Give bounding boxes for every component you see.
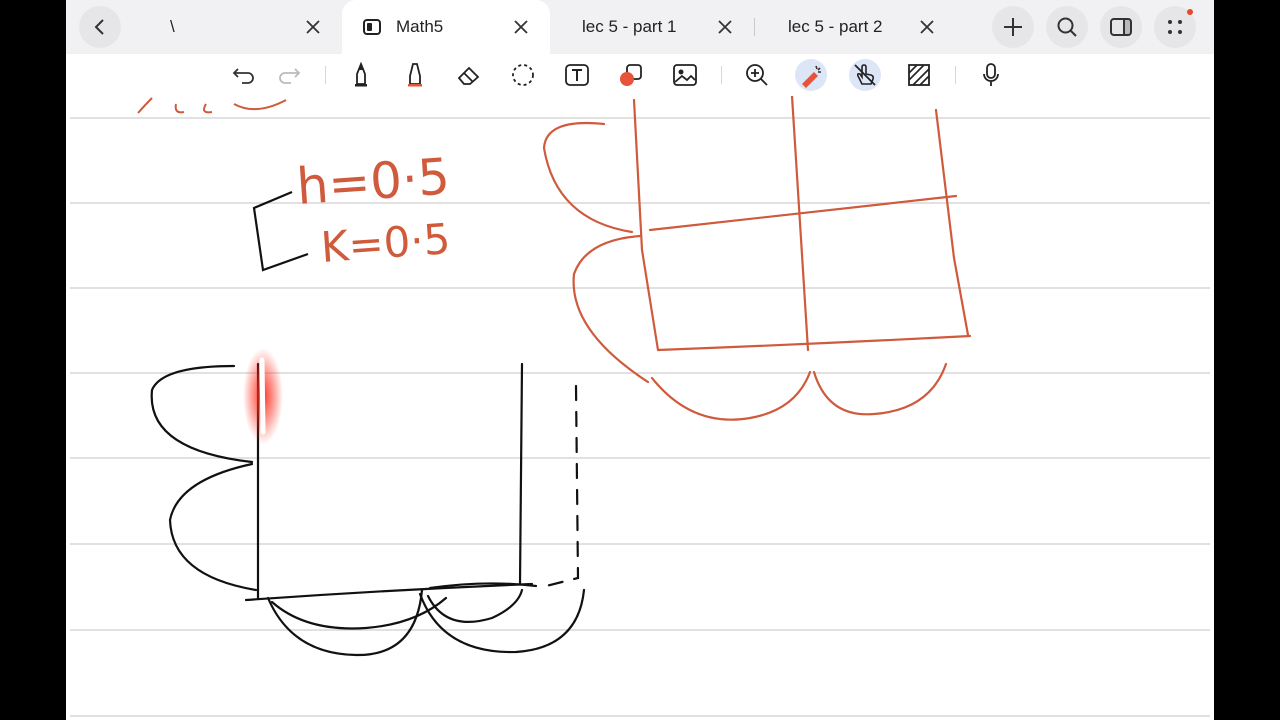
eraser-icon bbox=[457, 66, 480, 85]
shapes-icon bbox=[620, 64, 642, 86]
tab-backslash[interactable]: \ bbox=[138, 0, 342, 54]
zoom-in-icon bbox=[746, 64, 768, 86]
tab-bar: \ Math5 lec 5 - part 1 lec 5 - part 2 bbox=[66, 0, 1214, 54]
eraser-tool[interactable] bbox=[453, 59, 485, 91]
hatch-pattern-icon bbox=[908, 64, 930, 86]
redo-icon bbox=[279, 68, 301, 84]
text-box-icon bbox=[565, 64, 589, 86]
notebook-page[interactable]: h=0·5 K=0·5 bbox=[66, 96, 1214, 720]
handwritten-h-value: h=0·5 bbox=[295, 147, 452, 216]
chevron-left-icon bbox=[94, 19, 104, 35]
handwritten-k-value: K=0·5 bbox=[319, 214, 452, 272]
ruler-tool[interactable] bbox=[903, 59, 935, 91]
highlighter-tool[interactable] bbox=[399, 59, 431, 91]
tab-math5[interactable]: Math5 bbox=[342, 0, 550, 54]
microphone-icon bbox=[983, 63, 999, 86]
back-button[interactable] bbox=[79, 6, 121, 48]
toolbar-divider bbox=[721, 66, 722, 84]
notes-app-window: \ Math5 lec 5 - part 1 lec 5 - part 2 h=… bbox=[66, 0, 1214, 720]
undo-icon bbox=[232, 68, 254, 84]
ink-stroke-cutoff bbox=[137, 97, 287, 114]
split-view-icon bbox=[1110, 18, 1132, 36]
ink-box-diagram bbox=[150, 362, 586, 657]
notification-dot bbox=[1187, 9, 1193, 15]
laser-pointer-icon bbox=[802, 65, 821, 88]
lasso-tool[interactable] bbox=[507, 59, 539, 91]
pen-icon bbox=[355, 62, 367, 87]
lasso-icon bbox=[512, 64, 534, 86]
microphone-button[interactable] bbox=[975, 59, 1007, 91]
more-icon bbox=[1168, 20, 1182, 34]
toolbar-divider bbox=[325, 66, 326, 84]
shapes-tool[interactable] bbox=[615, 59, 647, 91]
tab-label: lec 5 - part 2 bbox=[788, 17, 883, 36]
zoom-tool[interactable] bbox=[741, 59, 773, 91]
close-icon[interactable] bbox=[916, 16, 938, 38]
tab-lec5-part1[interactable]: lec 5 - part 1 bbox=[550, 0, 754, 54]
tab-label: lec 5 - part 1 bbox=[582, 17, 677, 36]
new-tab-button[interactable] bbox=[992, 6, 1034, 48]
image-icon bbox=[673, 64, 697, 86]
tab-divider bbox=[754, 18, 755, 36]
drawing-toolbar bbox=[66, 54, 1214, 96]
toolbar-divider bbox=[955, 66, 956, 84]
add-icon bbox=[1004, 18, 1022, 36]
search-button[interactable] bbox=[1046, 6, 1088, 48]
touch-draw-toggle[interactable] bbox=[849, 59, 881, 91]
highlighter-icon bbox=[408, 63, 422, 87]
pen-tool[interactable] bbox=[345, 59, 377, 91]
tab-label: Math5 bbox=[396, 17, 444, 36]
tab-lec5-part2[interactable]: lec 5 - part 2 bbox=[756, 0, 956, 54]
ink-grid-diagram bbox=[542, 96, 972, 421]
text-tool[interactable] bbox=[561, 59, 593, 91]
notebook-icon bbox=[363, 19, 381, 35]
search-icon bbox=[1057, 17, 1077, 37]
close-icon[interactable] bbox=[714, 16, 736, 38]
tab-label: \ bbox=[170, 17, 175, 36]
undo-button[interactable] bbox=[228, 59, 260, 91]
hand-touch-icon bbox=[854, 64, 876, 86]
laser-pointer-tool[interactable] bbox=[795, 59, 827, 91]
laser-pointer-trail bbox=[243, 348, 283, 444]
close-icon[interactable] bbox=[510, 16, 532, 38]
split-view-button[interactable] bbox=[1100, 6, 1142, 48]
image-tool[interactable] bbox=[669, 59, 701, 91]
close-icon[interactable] bbox=[302, 16, 324, 38]
redo-button[interactable] bbox=[273, 59, 305, 91]
